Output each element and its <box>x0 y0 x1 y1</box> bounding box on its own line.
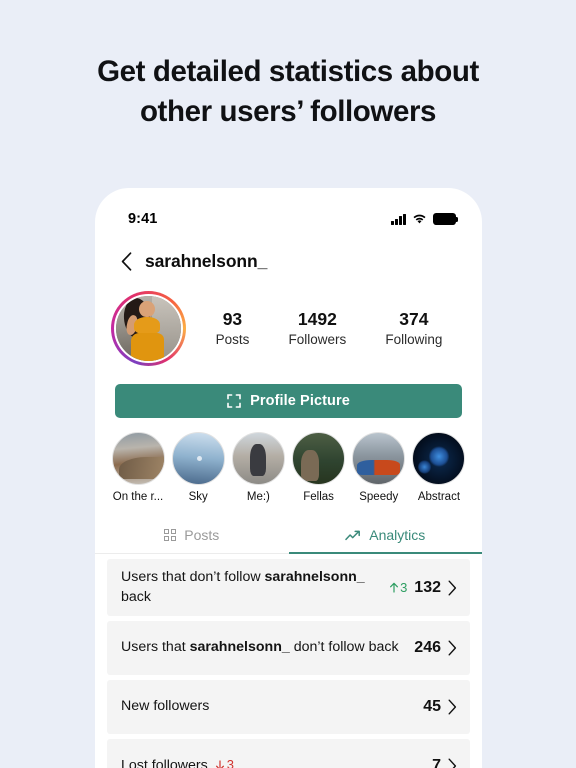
stat-posts[interactable]: 93 Posts <box>216 308 250 350</box>
label-part-pre: Lost followers <box>121 757 208 768</box>
label-part-pre: New followers <box>121 698 210 715</box>
trend-up-icon <box>345 530 361 540</box>
avatar <box>113 293 184 364</box>
highlight-label: Abstract <box>417 491 461 503</box>
story-highlights: On the r... Sky Me:) Fellas Speedy Abstr… <box>95 418 482 503</box>
profile-username: sarahnelsonn_ <box>145 250 268 271</box>
analytics-row-value: 246 <box>414 639 441 657</box>
highlight-item[interactable]: Abstract <box>410 432 468 503</box>
analytics-row-not-following-back[interactable]: Users that sarahnelsonn_ don’t follow ba… <box>107 621 470 676</box>
stat-posts-label: Posts <box>215 331 250 347</box>
wifi-icon <box>413 214 426 224</box>
cellular-signal-icon <box>391 213 406 225</box>
highlight-thumbnail <box>111 432 165 485</box>
headline-line-2: other users’ followers <box>139 95 437 129</box>
analytics-row-new-followers[interactable]: New followers 45 <box>107 680 470 735</box>
label-part-post: back <box>121 588 151 605</box>
stat-following[interactable]: 374 Following <box>385 308 442 350</box>
delta-up-badge: 3 <box>389 580 407 595</box>
stat-followers[interactable]: 1492 Followers <box>288 308 346 350</box>
highlight-label: Sky <box>188 491 208 503</box>
highlight-label: Fellas <box>303 491 334 503</box>
chevron-right-icon[interactable] <box>448 640 457 656</box>
delta-down-badge: 3 <box>215 756 234 768</box>
highlight-item[interactable]: Fellas <box>290 432 348 503</box>
profile-stats: 93 Posts 1492 Followers 374 Following <box>186 308 462 350</box>
analytics-row-value: 45 <box>423 698 441 716</box>
analytics-row-label: Users that don’t follow sarahnelsonn_ ba… <box>121 568 379 607</box>
analytics-row-value: 7 <box>432 757 441 768</box>
grid-icon <box>164 529 177 541</box>
arrow-down-icon <box>215 760 224 768</box>
status-icons <box>391 213 459 225</box>
highlight-item[interactable]: Sky <box>169 432 227 503</box>
phone-mockup: 9:41 sarahnelsonn_ 93 Posts 1492 Followe… <box>95 188 482 768</box>
profile-summary: 93 Posts 1492 Followers 374 Following <box>95 278 482 366</box>
analytics-row-right: 3 132 <box>389 579 457 597</box>
analytics-row-lost-followers[interactable]: Lost followers 3 7 <box>107 739 470 768</box>
label-part-username: sarahnelsonn_ <box>264 569 365 585</box>
back-chevron-icon[interactable] <box>121 251 132 271</box>
analytics-row-label: New followers <box>121 697 413 717</box>
profile-picture-button[interactable]: Profile Picture <box>115 384 462 418</box>
tab-posts-label: Posts <box>184 527 220 543</box>
stat-following-value: 374 <box>399 308 429 329</box>
tab-posts[interactable]: Posts <box>95 517 289 553</box>
label-part-username: sarahnelsonn_ <box>189 639 290 656</box>
stat-following-label: Following <box>385 331 443 347</box>
battery-full-icon <box>433 213 459 225</box>
highlight-thumbnail <box>352 432 406 485</box>
nav-header: sarahnelsonn_ <box>95 236 482 278</box>
status-bar: 9:41 <box>95 188 482 236</box>
highlight-label: On the r... <box>112 491 164 503</box>
analytics-list: Users that don’t follow sarahnelsonn_ ba… <box>95 554 482 768</box>
stat-posts-value: 93 <box>222 308 243 329</box>
label-part-pre: Users that don’t follow <box>121 569 265 585</box>
promo-page: Get detailed statistics about other user… <box>0 0 576 768</box>
arrow-up-icon <box>390 582 399 593</box>
label-part-post: don’t follow back <box>289 639 399 656</box>
label-part-pre: Users that <box>121 639 190 656</box>
stat-followers-label: Followers <box>288 331 347 347</box>
highlight-item[interactable]: Me:) <box>229 432 287 503</box>
highlight-label: Me:) <box>246 491 270 503</box>
chevron-right-icon[interactable] <box>448 580 457 596</box>
tab-analytics[interactable]: Analytics <box>288 517 483 554</box>
chevron-right-icon[interactable] <box>448 699 457 715</box>
highlight-thumbnail <box>231 432 285 485</box>
analytics-row-label: Lost followers 3 <box>121 756 422 768</box>
tab-analytics-label: Analytics <box>369 527 426 543</box>
headline-line-1: Get detailed statistics about <box>97 55 479 88</box>
chevron-right-icon[interactable] <box>448 758 457 768</box>
page-title: Get detailed statistics about other user… <box>0 52 576 132</box>
avatar-story-ring[interactable] <box>111 291 186 366</box>
profile-tabs: Posts Analytics <box>95 517 482 554</box>
highlight-thumbnail <box>292 432 346 485</box>
highlight-thumbnail <box>171 432 225 485</box>
highlight-item[interactable]: On the r... <box>109 432 167 503</box>
status-time: 9:41 <box>128 211 158 227</box>
analytics-row-nonfollowers[interactable]: Users that don’t follow sarahnelsonn_ ba… <box>107 559 470 617</box>
analytics-row-right: 45 <box>423 698 457 716</box>
expand-fullscreen-icon <box>227 394 241 408</box>
analytics-row-label: Users that sarahnelsonn_ don’t follow ba… <box>121 638 404 658</box>
delta-value: 3 <box>226 757 234 768</box>
delta-value: 3 <box>400 580 408 596</box>
highlight-item[interactable]: Speedy <box>350 432 408 503</box>
highlight-label: Speedy <box>359 491 399 503</box>
profile-picture-button-label: Profile Picture <box>250 393 350 409</box>
analytics-row-right: 246 <box>414 639 457 657</box>
highlight-thumbnail <box>412 432 466 485</box>
analytics-row-value: 132 <box>414 578 441 596</box>
stat-followers-value: 1492 <box>297 308 337 329</box>
analytics-row-right: 7 <box>432 757 457 768</box>
